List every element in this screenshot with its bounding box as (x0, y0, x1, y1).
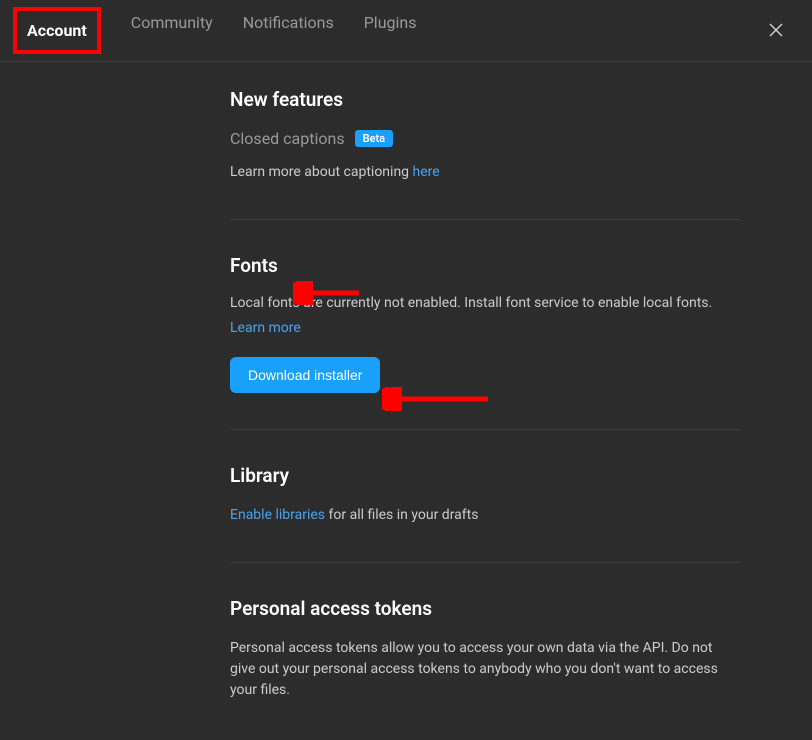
tab-community[interactable]: Community (131, 7, 213, 54)
captioning-link[interactable]: here (413, 164, 440, 180)
library-section: Library Enable libraries for all files i… (230, 464, 740, 563)
tokens-title: Personal access tokens (230, 597, 740, 620)
tabs-container: Account Community Notifications Plugins (26, 7, 416, 54)
library-text: Enable libraries for all files in your d… (230, 505, 740, 526)
annotation-highlight-account: Account (13, 7, 101, 54)
new-features-section: New features Closed captions Beta Learn … (230, 88, 740, 220)
tab-plugins[interactable]: Plugins (364, 7, 417, 54)
close-button[interactable] (768, 22, 786, 40)
tab-account[interactable]: Account (27, 15, 87, 46)
new-features-title: New features (230, 88, 740, 111)
annotation-arrow-download (382, 387, 492, 411)
library-title: Library (230, 464, 740, 487)
fonts-learn-more-row: Learn more (230, 318, 740, 339)
tab-notifications[interactable]: Notifications (243, 7, 334, 54)
fonts-learn-more-link[interactable]: Learn more (230, 320, 301, 336)
enable-libraries-link[interactable]: Enable libraries (230, 507, 325, 523)
beta-badge: Beta (355, 130, 394, 147)
annotation-arrow-fonts (293, 281, 363, 305)
captioning-text: Learn more about captioning here (230, 162, 740, 183)
library-suffix: for all files in your drafts (325, 507, 478, 523)
closed-captions-label: Closed captions (230, 129, 345, 148)
closed-captions-row: Closed captions Beta (230, 129, 740, 148)
download-installer-button[interactable]: Download installer (230, 357, 380, 393)
close-icon (768, 22, 784, 38)
tokens-section: Personal access tokens Personal access t… (230, 597, 740, 737)
tokens-description: Personal access tokens allow you to acce… (230, 638, 740, 701)
fonts-title: Fonts (230, 254, 740, 277)
settings-header: Account Community Notifications Plugins (0, 0, 812, 62)
captioning-prefix: Learn more about captioning (230, 164, 413, 180)
